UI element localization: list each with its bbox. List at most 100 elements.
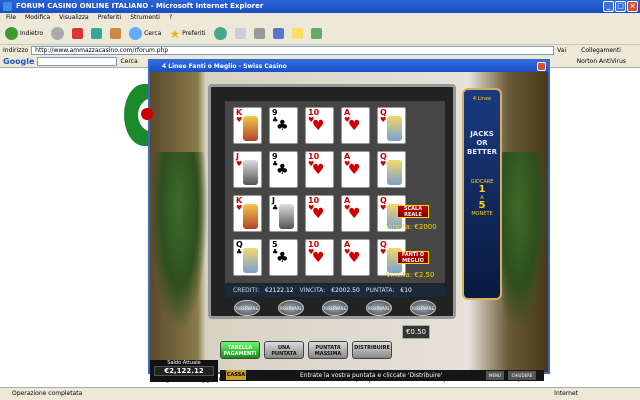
playing-card[interactable]: 10 ♥ ♥ xyxy=(305,239,334,276)
playing-card[interactable]: 10 ♥ ♥ xyxy=(305,151,334,188)
crediti-label: CREDITI: xyxy=(233,287,259,294)
playing-card[interactable]: 5 ♣ ♣ xyxy=(269,239,298,276)
hold-button-5[interactable]: RISERVARE xyxy=(410,300,436,316)
menu-modifica[interactable]: Modifica xyxy=(25,13,50,23)
bet-amount[interactable]: €0.50 xyxy=(402,325,430,339)
playing-card[interactable]: Q ♣ xyxy=(233,239,262,276)
menu-button[interactable]: MENU xyxy=(486,371,504,380)
messenger-icon xyxy=(310,28,322,39)
close-game-button[interactable]: CHIUDERE xyxy=(508,371,536,380)
win-tag-scala-reale: SCALA REALE xyxy=(397,205,429,218)
paytable-title: JACKS OR BETTER xyxy=(467,130,497,156)
cashier-button[interactable]: CASSA xyxy=(226,370,246,380)
links-label[interactable]: Collegamenti xyxy=(581,47,621,54)
playing-card[interactable]: A ♥ ♥ xyxy=(341,107,370,144)
print-icon xyxy=(253,28,265,39)
menu-visualizza[interactable]: Visualizza xyxy=(59,13,89,23)
history-icon xyxy=(213,27,227,40)
playing-card[interactable]: K ♥ xyxy=(233,195,262,232)
discuss-button[interactable] xyxy=(290,25,305,43)
discuss-icon xyxy=(291,28,303,39)
home-button[interactable] xyxy=(108,25,123,43)
playing-card[interactable]: Q ♥ xyxy=(377,151,406,188)
messenger-button[interactable] xyxy=(309,25,324,43)
print-button[interactable] xyxy=(252,25,267,43)
card-suit-icon: ♥ xyxy=(380,160,387,168)
refresh-icon xyxy=(91,28,103,39)
edit-icon xyxy=(272,28,284,39)
stop-icon xyxy=(72,28,84,39)
menu-strumenti[interactable]: Strumenti xyxy=(130,13,160,23)
google-search-button[interactable]: Cerca xyxy=(120,58,137,65)
card-center-suit-icon: ♥ xyxy=(348,250,361,266)
address-bar: Indirizzo http://www.ammazzacasino.com/r… xyxy=(0,45,640,56)
deal-button[interactable]: DISTRIBUIRE xyxy=(352,341,392,359)
face-card-art xyxy=(243,116,258,141)
hold-button-3[interactable]: RISERVARE xyxy=(322,300,348,316)
card-suit-icon: ♥ xyxy=(236,116,243,124)
single-bet-button[interactable]: UNA PUNTATA xyxy=(264,341,304,359)
search-icon xyxy=(129,27,143,40)
puntata-value: €10 xyxy=(400,287,412,294)
favorites-button[interactable]: ★ Preferiti xyxy=(167,25,207,43)
playing-card[interactable]: 9 ♣ ♣ xyxy=(269,107,298,144)
vincita-label: VINCITA: xyxy=(299,287,326,294)
playing-card[interactable]: A ♥ ♥ xyxy=(341,239,370,276)
status-text: Operazione completata xyxy=(12,390,83,397)
mail-button[interactable] xyxy=(233,25,248,43)
card-suit-icon: ♥ xyxy=(380,116,387,124)
card-suit-icon: ♥ xyxy=(236,160,243,168)
face-card-art xyxy=(387,116,402,141)
card-suit-icon: ♥ xyxy=(380,248,387,256)
playing-card[interactable]: A ♥ ♥ xyxy=(341,151,370,188)
forward-button[interactable] xyxy=(49,25,66,43)
go-button[interactable]: Vai xyxy=(557,47,566,54)
hold-buttons: RISERVARE RISERVARE RISERVARE RISERVARE … xyxy=(225,300,445,318)
crediti-value: €2122.12 xyxy=(265,287,294,294)
playing-card[interactable]: J ♣ xyxy=(269,195,298,232)
win-value-2: Vincita: €2.50 xyxy=(386,271,435,279)
card-center-suit-icon: ♣ xyxy=(276,118,289,134)
giocare-min: 1 xyxy=(478,184,486,195)
popup-close-button[interactable] xyxy=(537,62,546,71)
history-button[interactable] xyxy=(212,25,229,43)
paytable-panel: 4 Linee JACKS OR BETTER GIOCARE 1 A 5 MO… xyxy=(462,88,502,300)
maximize-button[interactable]: □ xyxy=(615,1,626,12)
playing-card[interactable]: Q ♥ xyxy=(377,107,406,144)
giocare-max: 5 xyxy=(478,200,486,211)
max-bet-button[interactable]: PUNTATA MASSIMA xyxy=(308,341,348,359)
face-card-art xyxy=(279,204,294,229)
stop-button[interactable] xyxy=(70,25,85,43)
card-suit-icon: ♥ xyxy=(380,204,387,212)
home-icon xyxy=(110,28,122,39)
refresh-button[interactable] xyxy=(89,25,104,43)
card-suit-icon: ♣ xyxy=(236,248,243,256)
playing-card[interactable]: 9 ♣ ♣ xyxy=(269,151,298,188)
casino-popup-window: 4 Linee Fanti o Meglio - Swiss Casino K ♥… xyxy=(148,59,550,382)
playing-card[interactable]: 10 ♥ ♥ xyxy=(305,107,334,144)
google-logo: Google xyxy=(3,57,35,66)
popup-title: 4 Linee Fanti o Meglio - Swiss Casino xyxy=(162,63,287,70)
back-button[interactable]: Indietro xyxy=(3,25,45,43)
playing-card[interactable]: K ♥ xyxy=(233,107,262,144)
menu-help[interactable]: ? xyxy=(169,13,172,23)
playing-card[interactable]: A ♥ ♥ xyxy=(341,195,370,232)
hold-button-1[interactable]: RISERVARE xyxy=(234,300,260,316)
menu-file[interactable]: File xyxy=(6,13,16,23)
paytable-button[interactable]: TABELLA PAGAMENTI xyxy=(220,341,260,359)
google-search-input[interactable] xyxy=(37,57,118,66)
card-center-suit-icon: ♥ xyxy=(312,250,325,266)
playing-card[interactable]: 10 ♥ ♥ xyxy=(305,195,334,232)
minimize-button[interactable]: _ xyxy=(603,1,614,12)
hold-button-4[interactable]: RISERVARE xyxy=(366,300,392,316)
edit-button[interactable] xyxy=(271,25,286,43)
url-input[interactable]: http://www.ammazzacasino.com/rforum.php xyxy=(31,46,555,55)
hold-button-2[interactable]: RISERVARE xyxy=(278,300,304,316)
search-button[interactable]: Cerca xyxy=(127,25,163,43)
norton-label[interactable]: Norton AntiVirus xyxy=(577,58,626,65)
playing-card[interactable]: J ♥ xyxy=(233,151,262,188)
menu-preferiti[interactable]: Preferiti xyxy=(98,13,122,23)
card-center-suit-icon: ♥ xyxy=(348,206,361,222)
close-button[interactable]: × xyxy=(627,1,638,12)
puntata-label: PUNTATA: xyxy=(365,287,395,294)
